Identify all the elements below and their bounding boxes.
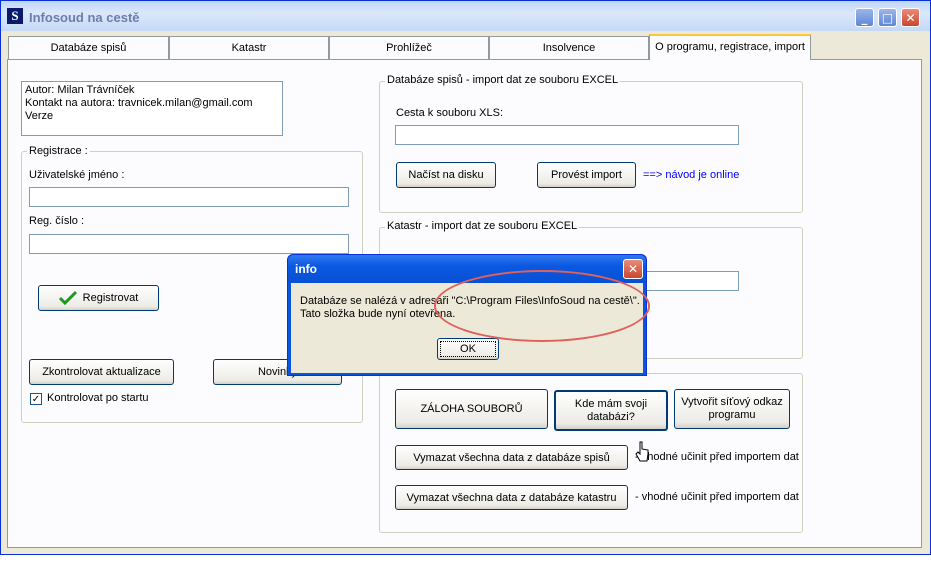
where-db-label: Kde mám svoji databázi? (574, 397, 648, 423)
create-network-link-button[interactable]: Vytvořit síťový odkaz programu (674, 389, 790, 429)
dialog-title: info (295, 262, 317, 276)
version-line: Verze (25, 110, 54, 122)
check-updates-button[interactable]: Zkontrolovat aktualizace (29, 359, 174, 385)
tab-label: Insolvence (542, 42, 596, 54)
title-bar[interactable]: S Infosoud na cestě _ □ ✕ (1, 1, 930, 31)
tab-katastr[interactable]: Katastr (169, 36, 329, 59)
register-button[interactable]: Registrovat (38, 285, 159, 311)
tab-label: Databáze spisů (50, 42, 127, 54)
dialog-message: Databáze se nalézá v adresáři "C:\Progra… (300, 295, 640, 321)
regnum-label: Reg. číslo : (29, 215, 85, 227)
tab-label: Prohlížeč (386, 42, 432, 54)
xls-path-input[interactable] (395, 125, 739, 145)
mouse-cursor-icon (635, 441, 649, 462)
clear-spisy-button[interactable]: Vymazat všechna data z databáze spisů (395, 445, 628, 470)
online-guide-link[interactable]: ==> návod je online (643, 169, 739, 181)
dialog-message-line: Databáze se nalézá v adresáři "C:\Progra… (300, 295, 640, 307)
load-from-disk-button[interactable]: Načíst na disku (396, 162, 496, 188)
username-input[interactable] (29, 187, 349, 207)
about-box: Autor: Milan Trávníček Kontakt na autora… (21, 81, 283, 136)
tab-o-programu[interactable]: O programu, registrace, import (649, 34, 811, 60)
dialog-body: Databáze se nalézá v adresáři "C:\Progra… (291, 283, 643, 373)
info-dialog: info ✕ Databáze se nalézá v adresáři "C:… (287, 254, 647, 376)
katastr-path-input[interactable] (631, 271, 739, 291)
dialog-title-bar[interactable]: info ✕ (288, 255, 646, 283)
contact-line: Kontakt na autora: travnicek.milan@gmail… (25, 97, 253, 109)
backup-button-label: ZÁLOHA SOUBORŮ (420, 403, 523, 415)
dialog-close-icon[interactable]: ✕ (623, 259, 643, 279)
import-button-label: Provést import (551, 169, 622, 181)
backup-files-button[interactable]: ZÁLOHA SOUBORŮ (395, 389, 548, 429)
load-button-label: Načíst na disku (408, 169, 484, 181)
regnum-input[interactable] (29, 234, 349, 254)
checkmark-icon (58, 290, 77, 306)
network-link-label: Vytvořit síťový odkaz programu (681, 396, 783, 421)
maximize-icon[interactable]: □ (878, 8, 897, 27)
clear-spisy-note: - vhodné učinit před importem dat (635, 451, 799, 463)
clear-spisy-label: Vymazat všechna data z databáze spisů (413, 451, 610, 464)
tab-label: Katastr (231, 42, 267, 54)
tab-prohlizec[interactable]: Prohlížeč (329, 36, 489, 59)
where-is-database-button[interactable]: Kde mám svoji databázi? (554, 390, 668, 431)
import-katastr-title: Katastr - import dat ze souboru EXCEL (385, 220, 580, 232)
username-label: Uživatelské jméno : (29, 169, 125, 181)
minimize-icon[interactable]: _ (855, 8, 874, 27)
app-icon: S (7, 8, 23, 24)
registration-title: Registrace : (27, 145, 90, 157)
dialog-message-line: Tato složka bude nyní otevřena. (300, 308, 456, 320)
tab-databaze-spisu[interactable]: Databáze spisů (8, 36, 169, 59)
tab-label: O programu, registrace, import (655, 41, 805, 53)
check-updates-label: Zkontrolovat aktualizace (42, 366, 161, 378)
register-button-label: Registrovat (82, 292, 139, 304)
check-on-start-label: Kontrolovat po startu (47, 392, 149, 404)
author-line: Autor: Milan Trávníček (25, 84, 135, 96)
tab-insolvence[interactable]: Insolvence (489, 36, 649, 59)
ok-button[interactable]: OK (437, 338, 499, 360)
import-spisy-title: Databáze spisů - import dat ze souboru E… (385, 74, 621, 86)
check-on-start-checkbox[interactable]: ✓ (30, 393, 42, 405)
window-title: Infosoud na cestě (29, 10, 140, 25)
close-icon[interactable]: ✕ (901, 8, 920, 27)
clear-katastr-label: Vymazat všechna data z databáze katastru (406, 491, 617, 504)
clear-katastr-button[interactable]: Vymazat všechna data z databáze katastru (395, 485, 628, 510)
import-spisy-group (379, 81, 803, 213)
run-import-button[interactable]: Provést import (537, 162, 636, 188)
xls-path-label: Cesta k souboru XLS: (396, 107, 504, 119)
ok-button-label: OK (460, 343, 476, 355)
clear-katastr-note: - vhodné učinit před importem dat (635, 491, 799, 503)
